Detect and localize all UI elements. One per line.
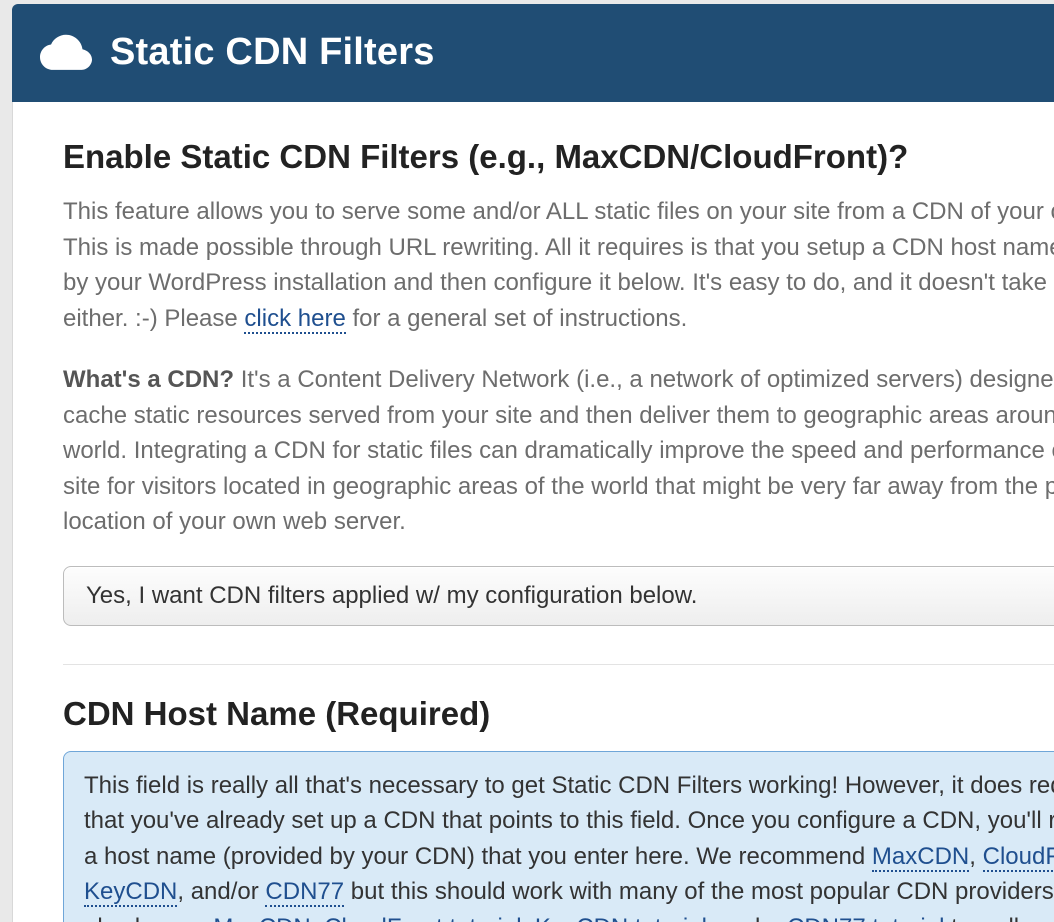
maxcdn-link[interactable]: MaxCDN: [872, 843, 969, 872]
cdn77-tutorial-link[interactable]: CDN77 tutorial: [787, 914, 944, 922]
section-divider: [63, 664, 1054, 665]
panel-title: Static CDN Filters: [110, 31, 435, 74]
maxcdn-tutorial-link[interactable]: MaxCDN: [213, 914, 310, 922]
intro-text-b: for a general set of instructions.: [346, 305, 688, 332]
cdn-host-info-box: This field is really all that's necessar…: [63, 751, 1054, 922]
click-here-link[interactable]: click here: [244, 305, 345, 334]
enable-cdn-intro: This feature allows you to serve some an…: [63, 194, 1054, 336]
cdn-host-heading: CDN Host Name (Required): [63, 695, 1054, 733]
cloudfront-link[interactable]: CloudFront: [983, 843, 1054, 872]
cloudfront-tutorial-link[interactable]: CloudFront tutorial: [324, 914, 521, 922]
enable-cdn-select-value: Yes, I want CDN filters applied w/ my co…: [86, 582, 697, 610]
enable-cdn-heading: Enable Static CDN Filters (e.g., MaxCDN/…: [63, 138, 1054, 176]
panel-header: Static CDN Filters: [12, 4, 1054, 102]
keycdn-link[interactable]: KeyCDN: [84, 878, 177, 907]
cloud-icon: [40, 26, 92, 78]
keycdn-tutorial-link[interactable]: KeyCDN tutorial: [535, 914, 707, 922]
enable-cdn-select[interactable]: Yes, I want CDN filters applied w/ my co…: [63, 566, 1054, 626]
cdn77-link[interactable]: CDN77: [265, 878, 344, 907]
what-is-cdn-para: What's a CDN? It's a Content Delivery Ne…: [63, 362, 1054, 540]
panel-body: Enable Static CDN Filters (e.g., MaxCDN/…: [12, 102, 1054, 922]
what-is-cdn-label: What's a CDN?: [63, 366, 234, 393]
